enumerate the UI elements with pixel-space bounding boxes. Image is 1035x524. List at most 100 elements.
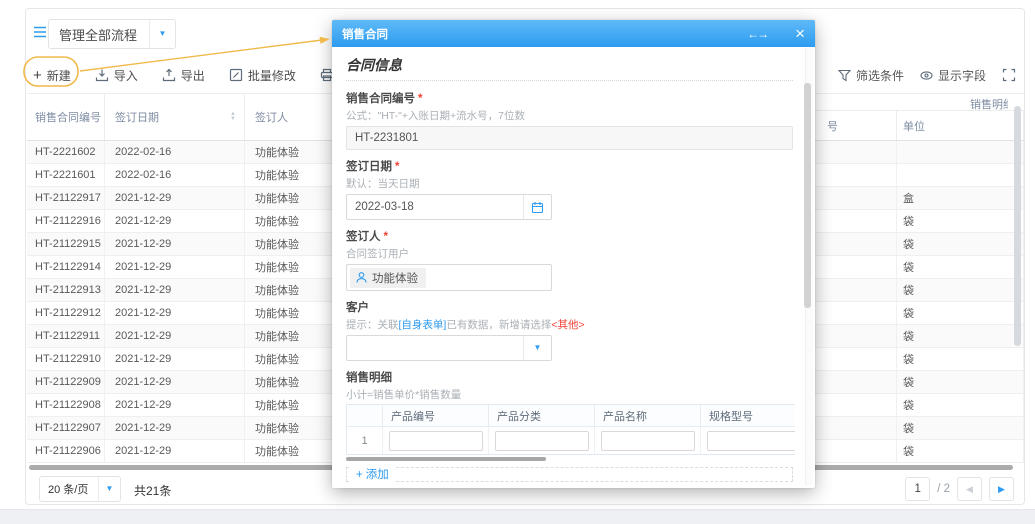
page-of-label: / 2 xyxy=(937,483,950,495)
table-cell: 2021-12-29 xyxy=(105,233,245,255)
column-header-spec-tail[interactable]: 号 xyxy=(810,111,897,140)
table-cell: 2022-02-16 xyxy=(105,164,245,186)
table-cell: 2021-12-29 xyxy=(105,325,245,347)
table-cell: 袋 xyxy=(897,348,1024,370)
new-button[interactable]: + 新建 xyxy=(33,67,71,84)
sort-icon[interactable]: ▲▼ xyxy=(90,112,96,122)
table-cell: HT-21122910 xyxy=(27,348,105,370)
sales-detail-label: 销售明细 xyxy=(346,369,793,385)
add-row-button[interactable]: +添加 xyxy=(351,466,394,482)
self-form-link[interactable]: [自身表单] xyxy=(399,319,447,331)
eye-icon xyxy=(920,69,933,82)
table-cell: 袋 xyxy=(897,210,1024,232)
table-cell: HT-21122912 xyxy=(27,302,105,324)
column-header-unit[interactable]: 单位 xyxy=(897,111,1024,140)
chevron-down-icon: ▼ xyxy=(159,30,167,38)
table-vertical-scrollbar[interactable] xyxy=(1014,106,1021,346)
toolbar-right: 筛选条件 显示字段 xyxy=(838,59,1016,91)
table-cell: 2021-12-29 xyxy=(105,187,245,209)
table-cell: HT-2221602 xyxy=(27,141,105,163)
detail-cell-input[interactable] xyxy=(495,431,589,451)
table-row-right[interactable]: 袋 xyxy=(810,210,1024,233)
total-count-label: 共21条 xyxy=(134,482,171,499)
page-bottom-strip xyxy=(0,509,1035,524)
current-page-box[interactable]: 1 xyxy=(905,477,930,501)
table-cell: 2022-02-16 xyxy=(105,141,245,163)
page-size-caret-box[interactable]: ▼ xyxy=(98,477,120,501)
filter-button-label: 筛选条件 xyxy=(856,67,904,84)
sort-icon[interactable]: ▲▼ xyxy=(230,112,236,122)
table-row-right[interactable]: 袋 xyxy=(810,348,1024,371)
table-cell xyxy=(810,256,897,278)
column-header-contract-no[interactable]: 销售合同编号 ▲▼ xyxy=(27,94,105,140)
customer-input-group: ▼ xyxy=(346,335,552,361)
import-button[interactable]: 导入 xyxy=(95,67,138,84)
detail-cell-input[interactable] xyxy=(707,431,795,451)
export-button[interactable]: 导出 xyxy=(162,67,205,84)
table-cell: HT-21122915 xyxy=(27,233,105,255)
table-cell: HT-21122907 xyxy=(27,417,105,439)
close-icon[interactable]: × xyxy=(795,25,805,42)
page-size-dropdown[interactable]: 20 条/页 ▼ xyxy=(39,476,121,502)
detail-cell-input[interactable] xyxy=(389,431,483,451)
detail-cell-input[interactable] xyxy=(601,431,695,451)
table-row-right[interactable]: 盒 xyxy=(810,187,1024,210)
flow-selector-dropdown[interactable]: 管理全部流程 ▼ xyxy=(48,19,176,49)
sales-detail-helper: 小计=销售单价*销售数量 xyxy=(346,387,793,402)
export-icon xyxy=(162,68,176,82)
detail-row-number-header xyxy=(347,405,383,426)
date-picker-button[interactable] xyxy=(523,195,551,219)
table-row-right[interactable]: 袋 xyxy=(810,233,1024,256)
table-cell: 袋 xyxy=(897,279,1024,301)
contract-no-helper: 公式："HT-"+入账日期+流水号，7位数 xyxy=(346,108,793,123)
table-cell: 袋 xyxy=(897,394,1024,416)
plus-icon: + xyxy=(356,469,363,481)
signer-field[interactable]: 功能体验 xyxy=(346,264,552,291)
table-row-right[interactable]: 袋 xyxy=(810,279,1024,302)
table-body-right: 盒袋袋袋袋袋袋袋袋袋袋袋 xyxy=(810,141,1024,463)
flow-selector-caret-box[interactable]: ▼ xyxy=(149,20,175,48)
customer-label: 客户 xyxy=(346,299,793,315)
chevron-down-icon: ▼ xyxy=(534,344,542,352)
table-row-right[interactable] xyxy=(810,141,1024,164)
export-button-label: 导出 xyxy=(181,67,205,84)
table-row-right[interactable]: 袋 xyxy=(810,440,1024,463)
table-cell xyxy=(810,233,897,255)
table-cell: HT-21122917 xyxy=(27,187,105,209)
detail-column-header: 产品分类 xyxy=(489,405,595,426)
table-cell: 2021-12-29 xyxy=(105,279,245,301)
detail-cell xyxy=(489,427,595,454)
contract-no-field[interactable] xyxy=(346,126,793,150)
table-row-right[interactable]: 袋 xyxy=(810,417,1024,440)
filter-button[interactable]: 筛选条件 xyxy=(838,67,904,84)
table-row-right[interactable]: 袋 xyxy=(810,394,1024,417)
customer-field[interactable] xyxy=(347,336,523,360)
fullscreen-icon[interactable] xyxy=(1002,68,1016,82)
prev-page-button[interactable]: ◀ xyxy=(957,477,982,501)
table-cell xyxy=(810,325,897,347)
table-row-right[interactable]: 袋 xyxy=(810,371,1024,394)
sign-date-helper: 默认：当天日期 xyxy=(346,176,793,191)
contract-no-label: 销售合同编号* xyxy=(346,90,793,106)
section-title: 合同信息 xyxy=(346,55,793,75)
menu-icon[interactable] xyxy=(32,24,48,40)
detail-table-horizontal-scrollbar[interactable] xyxy=(346,457,546,461)
table-cell: HT-21122913 xyxy=(27,279,105,301)
table-row-right[interactable]: 袋 xyxy=(810,325,1024,348)
sign-date-field[interactable] xyxy=(347,195,523,219)
table-cell xyxy=(810,302,897,324)
expand-icon[interactable]: ←→ xyxy=(747,27,767,41)
table-cell: 2021-12-29 xyxy=(105,371,245,393)
column-header-sign-date[interactable]: 签订日期 ▲▼ xyxy=(105,94,245,140)
table-row-right[interactable]: 袋 xyxy=(810,302,1024,325)
display-fields-button[interactable]: 显示字段 xyxy=(920,67,986,84)
table-cell xyxy=(810,371,897,393)
customer-dropdown-button[interactable]: ▼ xyxy=(523,336,551,360)
batch-edit-button[interactable]: 批量修改 xyxy=(229,67,296,84)
modal-scrollbar-thumb[interactable] xyxy=(804,83,811,308)
table-row-right[interactable]: 袋 xyxy=(810,256,1024,279)
display-fields-button-label: 显示字段 xyxy=(938,67,986,84)
table-row-right[interactable] xyxy=(810,164,1024,187)
prev-arrow-icon: ◀ xyxy=(966,484,973,495)
next-page-button[interactable]: ▶ xyxy=(989,477,1014,501)
